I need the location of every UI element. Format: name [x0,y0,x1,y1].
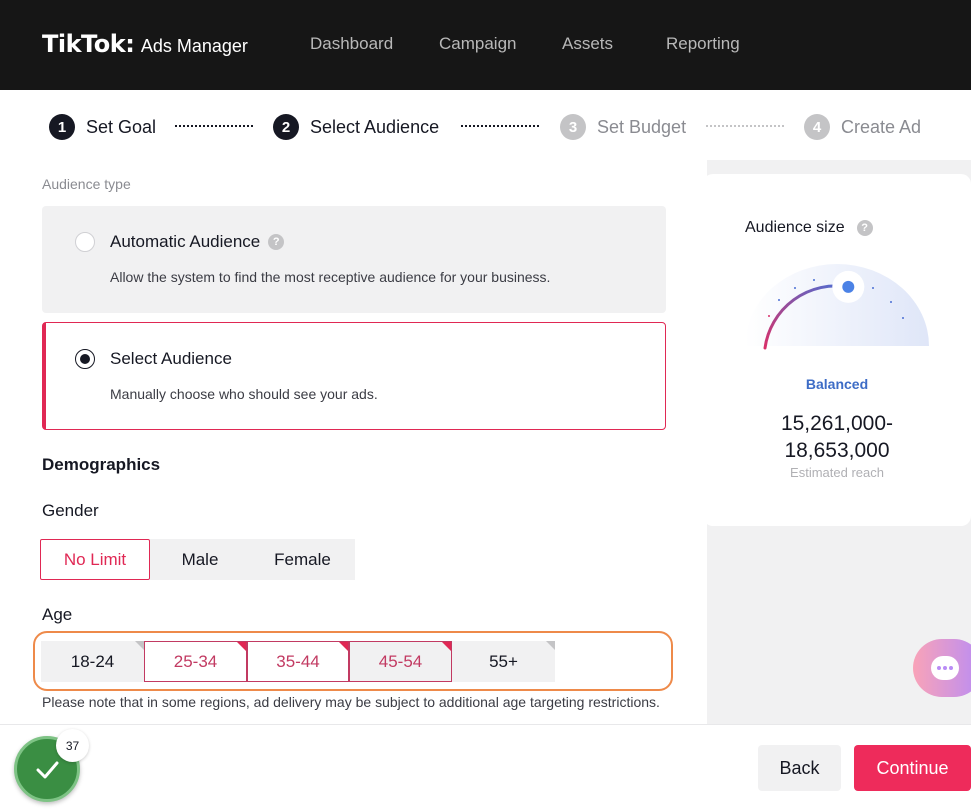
age-45-54[interactable]: 45-54 [349,641,452,682]
gender-label: Gender [42,501,99,520]
chat-support-button[interactable] [913,639,971,697]
demographics-heading: Demographics [42,455,161,474]
gauge-tick [872,287,874,289]
age-18-24[interactable]: 18-24 [41,641,144,682]
estimated-reach-value: 15,261,000- 18,653,000 [780,412,894,462]
step-set-goal[interactable]: 1 Set Goal [49,114,156,140]
gauge-tick [813,279,815,281]
automatic-audience-radio[interactable] [75,232,95,252]
corner-marker-icon [442,642,451,651]
automatic-audience-option[interactable]: Automatic Audience ? Allow the system to… [42,206,666,313]
audience-size-card: Audience size ? Balanced 15,261,000- 18,… [703,174,971,526]
select-audience-desc: Manually choose who should see your ads. [110,386,378,402]
corner-marker-icon [135,641,144,650]
automatic-audience-title: Automatic Audience ? [110,232,285,252]
step-connector [461,125,539,127]
nav-reporting[interactable]: Reporting [666,34,740,54]
gender-no-limit[interactable]: No Limit [40,539,150,580]
age-label: Age [42,605,73,624]
age-25-34[interactable]: 25-34 [144,641,247,682]
gender-female[interactable]: Female [250,539,355,580]
top-navigation-bar: TikTok : Ads Manager Dashboard Campaign … [0,0,971,90]
estimated-reach-label: Estimated reach [790,465,884,480]
help-icon[interactable]: ? [268,234,285,250]
corner-marker-icon [339,642,348,651]
age-restriction-note: Please note that in some regions, ad del… [42,694,660,710]
continue-button[interactable]: Continue [854,745,971,791]
gauge-tick [794,287,796,289]
nav-dashboard[interactable]: Dashboard [310,34,393,54]
gauge-tick [890,301,892,303]
corner-marker-icon [237,642,246,651]
corner-marker-icon [546,641,555,650]
step-create-ad[interactable]: 4 Create Ad [804,114,921,140]
age-55-plus[interactable]: 55+ [452,641,555,682]
gauge-tick [768,315,770,317]
help-icon[interactable]: ? [856,220,873,236]
gauge-knob [842,280,855,293]
select-audience-option[interactable]: Select Audience Manually choose who shou… [42,322,666,430]
tiktok-ads-manager-logo[interactable]: TikTok : Ads Manager [42,30,248,58]
chat-bubble-icon [931,656,959,680]
gauge-tick [778,299,780,301]
nav-assets[interactable]: Assets [562,34,613,54]
select-audience-radio[interactable] [75,349,95,369]
step-connector [706,125,784,127]
select-audience-title: Select Audience [110,349,232,368]
audience-size-title: Audience size ? [745,219,873,237]
step-set-budget[interactable]: 3 Set Budget [560,114,686,140]
step-connector [175,125,253,127]
task-count-badge: 37 [56,729,89,762]
audience-gauge [745,264,929,350]
back-button[interactable]: Back [758,745,841,791]
gender-male[interactable]: Male [150,539,250,580]
step-select-audience[interactable]: 2 Select Audience [273,114,439,140]
nav-campaign[interactable]: Campaign [439,34,517,54]
audience-status: Balanced [805,376,869,392]
audience-type-label: Audience type [42,176,131,192]
gauge-tick [902,317,904,319]
automatic-audience-desc: Allow the system to find the most recept… [110,269,551,285]
age-35-44[interactable]: 35-44 [247,641,349,682]
